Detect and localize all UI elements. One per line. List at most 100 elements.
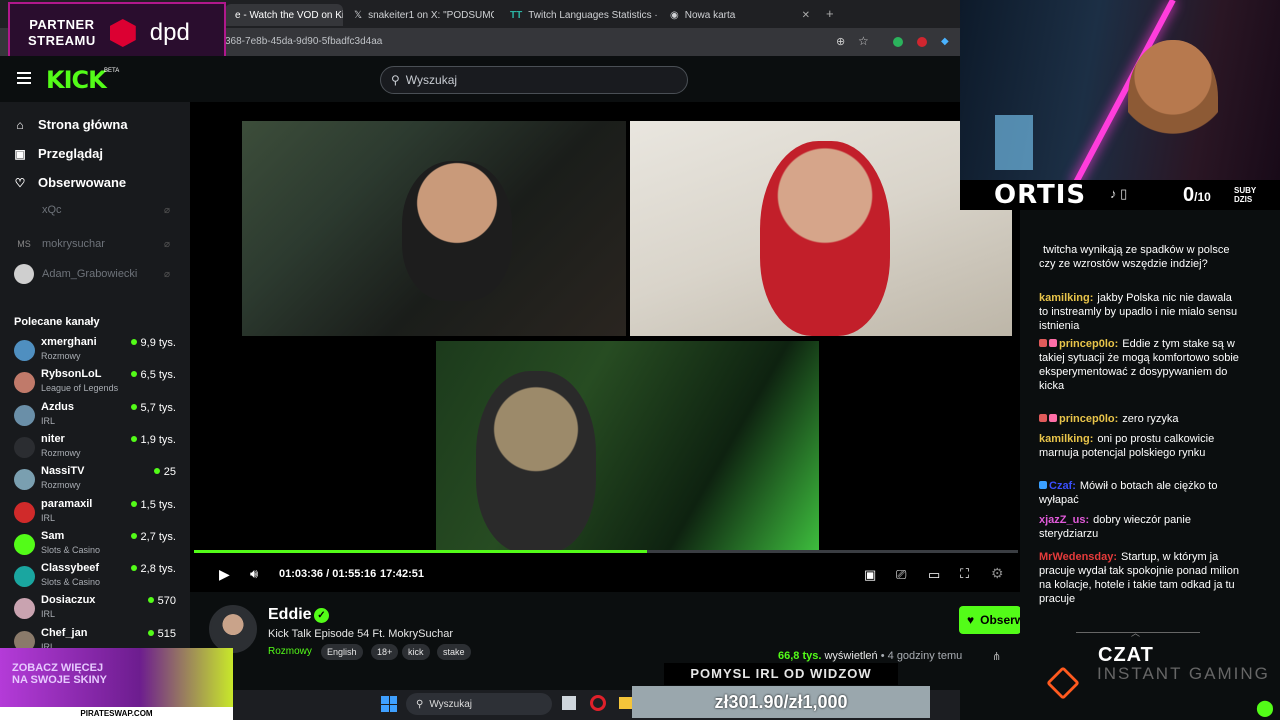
tab-x-post[interactable]: 𝕏snakeiter1 on X: "PODSUMOW✕ xyxy=(344,4,494,26)
chat-message: princep0lo: Eddie z tym stake są w takiej… xyxy=(1039,337,1239,393)
share-icon[interactable]: ⋔ xyxy=(992,650,1001,663)
volume-icon[interactable]: 🔊︎ xyxy=(250,566,258,582)
recommended-channel[interactable]: Classybeef Slots & Casino 2,8 tys. xyxy=(14,562,182,592)
tag[interactable]: 18+ xyxy=(371,644,399,660)
following-name: mokrysuchar xyxy=(42,238,105,250)
theater-icon[interactable]: ▭ xyxy=(928,567,940,583)
following-name: Adam_Grabowiecki xyxy=(42,268,138,280)
extension-icon[interactable] xyxy=(893,37,903,47)
recommended-channel[interactable]: niter Rozmowy 1,9 tys. xyxy=(14,433,182,463)
viewer-count-value: 515 xyxy=(157,627,176,640)
live-dot-icon xyxy=(130,435,137,442)
following-item[interactable]: xQc ⌀ xyxy=(14,204,170,216)
tag[interactable]: kick xyxy=(402,644,430,660)
subs-goal: /10 xyxy=(1194,190,1211,204)
kick-logo[interactable]: KICK xyxy=(46,66,107,94)
sponsor-brand: INSTANT GAMING xyxy=(1097,664,1270,683)
following-item[interactable]: MS mokrysuchar ⌀ xyxy=(14,234,170,254)
close-icon[interactable]: ✕ xyxy=(802,10,810,21)
viewer-count-value: 9,9 tys. xyxy=(140,337,176,349)
miniplayer-icon[interactable]: ▣ xyxy=(864,567,876,583)
viewer-count: 9,9 tys. xyxy=(130,337,176,349)
avatar xyxy=(14,436,35,458)
viewer-count: 5,7 tys. xyxy=(130,402,176,414)
promo-line: ZOBACZ WIĘCEJ xyxy=(12,662,104,674)
subs-label-line: DZIS xyxy=(1234,195,1253,204)
recommended-channel[interactable]: xmerghani Rozmowy 9,9 tys. xyxy=(14,336,182,366)
nav-following[interactable]: ♡ Obserwowane xyxy=(14,175,127,190)
tag[interactable]: stake xyxy=(437,644,471,660)
opera-icon[interactable] xyxy=(590,695,606,711)
channel-category: League of Legends xyxy=(41,383,119,394)
new-tab-button[interactable]: + xyxy=(826,6,834,21)
folder-icon[interactable] xyxy=(619,697,633,709)
channel-avatar[interactable] xyxy=(209,605,257,653)
channel-name: Dosiaczux xyxy=(41,594,96,607)
chat-username[interactable]: princep0lo: xyxy=(1059,338,1118,350)
clip-icon[interactable]: ⎚ xyxy=(896,567,906,583)
task-view-icon[interactable] xyxy=(562,696,576,710)
chat-username[interactable]: princep0lo: xyxy=(1059,413,1118,425)
heart-badge-icon xyxy=(1049,339,1057,347)
avatar xyxy=(14,533,35,555)
nav-home[interactable]: ⌂ Strona główna xyxy=(14,117,127,132)
viewer-count-value: 2,8 tys. xyxy=(140,563,176,576)
tab-new[interactable]: ◉ Nowa karta ✕ xyxy=(660,4,820,26)
channel-category: IRL xyxy=(41,609,56,620)
guest-figure xyxy=(402,161,512,301)
recommended-channel[interactable]: NassiTV Rozmowy 25 xyxy=(14,465,182,495)
star-icon[interactable]: ☆ xyxy=(858,34,869,48)
channel-category: Slots & Casino xyxy=(41,544,101,555)
recommended-channel[interactable]: Dosiaczux IRL 570 xyxy=(14,594,182,624)
zoom-icon[interactable]: ⊕ xyxy=(836,35,845,48)
nav-browse[interactable]: ▣ Przeglądaj xyxy=(14,146,103,161)
chat-username[interactable]: kamilking: xyxy=(1039,292,1093,304)
recommended-channel[interactable]: Sam Slots & Casino 2,7 tys. xyxy=(14,530,182,560)
fullscreen-icon[interactable]: ⛶ xyxy=(960,566,969,582)
chat-message: Czaf: Mówił o botach ale ciężko to wyłapa… xyxy=(1039,479,1239,507)
time-ago: • 4 godziny temu xyxy=(880,650,963,662)
tag[interactable]: English xyxy=(321,644,363,660)
settings-icon[interactable]: ⚙ xyxy=(991,565,1004,582)
channel-category: Slots & Casino xyxy=(41,577,101,588)
search-icon: ⚲ xyxy=(416,698,424,710)
live-dot-icon xyxy=(130,403,137,410)
chevron-up-icon[interactable]: ︿ xyxy=(1131,626,1140,639)
follow-label: Obserwuj xyxy=(980,613,1021,627)
channel-name: Sam xyxy=(41,529,65,542)
windows-start-icon[interactable] xyxy=(381,696,397,712)
chat-username[interactable]: Czaf: xyxy=(1049,480,1076,492)
taskbar-search[interactable]: ⚲ Wyszukaj xyxy=(406,693,552,715)
play-icon[interactable]: ▶ xyxy=(219,566,230,583)
follow-button[interactable]: ♥ Obserwuj xyxy=(959,606,1021,634)
live-dot-icon xyxy=(153,468,160,475)
menu-icon[interactable] xyxy=(17,72,31,84)
chat-username[interactable]: MrWedensday: xyxy=(1039,551,1117,563)
viewer-count: 515 xyxy=(147,627,176,640)
viewer-count-value: 1,5 tys. xyxy=(140,498,176,511)
tab-kick-vod[interactable]: e - Watch the VOD on Kick✕ xyxy=(225,4,343,26)
avatar xyxy=(14,566,35,588)
viewer-count: 25 xyxy=(153,466,176,478)
recommended-channel[interactable]: paramaxil IRL 1,5 tys. xyxy=(14,498,182,528)
channel-name[interactable]: Eddie xyxy=(268,606,312,624)
live-dot-icon xyxy=(130,339,137,345)
url-text[interactable]: 368-7e8b-45da-9d90-5fbadfc3d4aa xyxy=(225,36,382,47)
search-input[interactable]: ⚲ Wyszukaj xyxy=(380,66,688,94)
following-item[interactable]: Adam_Grabowiecki ⌀ xyxy=(14,264,170,284)
recommended-channel[interactable]: RybsonLoL League of Legends 6,5 tys. xyxy=(14,368,182,398)
recommended-channel[interactable]: Azdus IRL 5,7 tys. xyxy=(14,401,182,431)
stream-category[interactable]: Rozmowy xyxy=(268,646,312,657)
chat-username[interactable]: kamilking: xyxy=(1039,433,1093,445)
avatar xyxy=(14,469,35,491)
guest-figure xyxy=(476,371,596,553)
extension-icon[interactable] xyxy=(917,37,927,47)
channel-name: NassiTV xyxy=(41,465,85,478)
taskbar-search-label: Wyszukaj xyxy=(429,698,473,710)
tab-label: Nowa karta xyxy=(684,9,736,21)
chat-username[interactable]: xjazZ_us: xyxy=(1039,514,1089,526)
channel-name: Azdus xyxy=(41,400,74,413)
tab-twitch-stats[interactable]: TTTwitch Languages Statistics · Tw✕ xyxy=(500,4,658,26)
extension-icon[interactable]: ◆ xyxy=(941,36,949,47)
channel-name: paramaxil xyxy=(41,497,93,510)
